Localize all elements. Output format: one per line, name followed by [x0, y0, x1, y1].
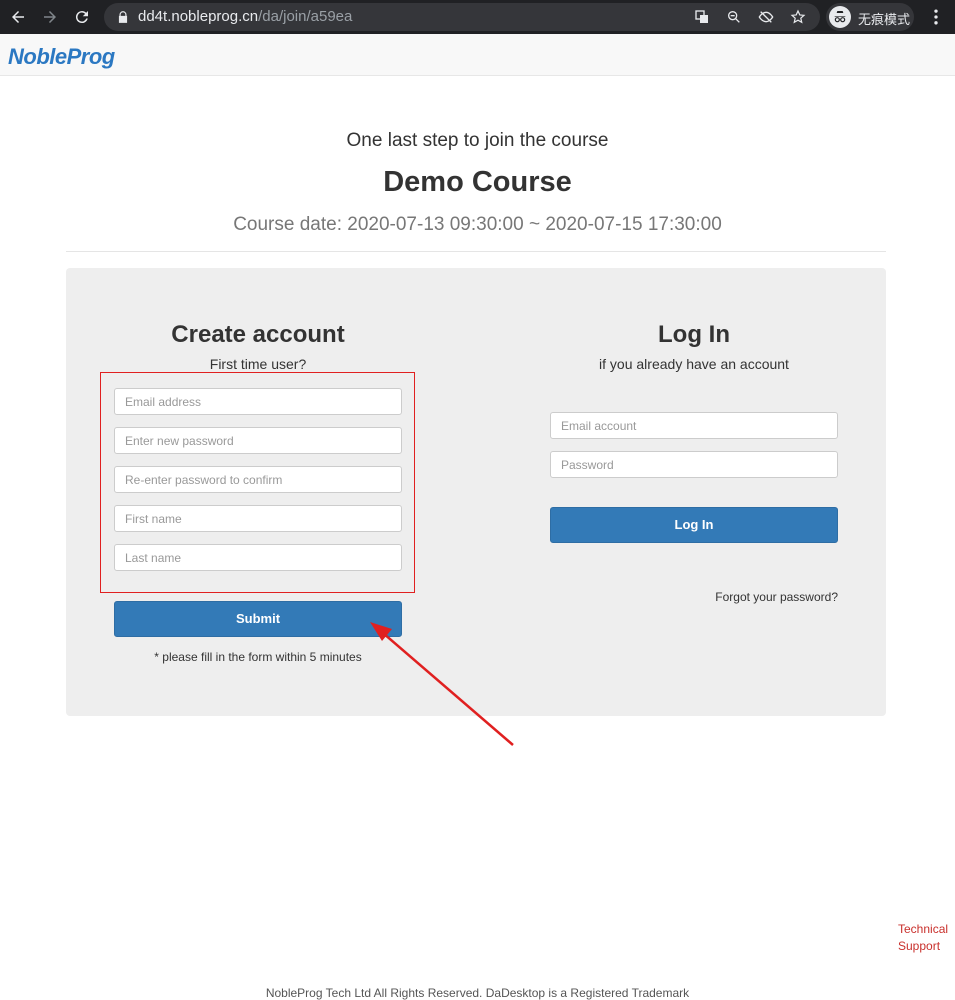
signup-password-field[interactable]	[114, 427, 402, 454]
first-name-field[interactable]	[114, 505, 402, 532]
divider	[66, 251, 886, 252]
course-date: Course date: 2020-07-13 09:30:00 ~ 2020-…	[233, 214, 722, 235]
login-subtitle: if you already have an account	[599, 356, 789, 372]
site-header: NobleProg	[0, 34, 955, 76]
back-icon[interactable]	[7, 6, 29, 28]
login-title: Log In	[658, 321, 730, 348]
incognito-icon	[829, 6, 851, 28]
url-text: dd4t.nobleprog.cn/da/join/a59ea	[138, 8, 352, 25]
url-path: /da/join/a59ea	[258, 8, 353, 25]
browser-toolbar: dd4t.nobleprog.cn/da/join/a59ea 无痕模式	[0, 0, 955, 34]
annotation-arrow-icon	[370, 622, 514, 746]
forward-icon[interactable]	[39, 6, 61, 28]
url-host: dd4t.nobleprog.cn	[138, 8, 259, 25]
incognito-badge[interactable]: 无痕模式	[826, 3, 914, 31]
eye-off-icon[interactable]	[758, 9, 774, 25]
step-text: One last step to join the course	[346, 130, 609, 151]
forgot-password-link[interactable]: Forgot your password?	[690, 590, 838, 604]
lock-icon	[118, 11, 128, 23]
login-button[interactable]: Log In	[550, 507, 838, 543]
support-line-2: Support	[898, 939, 941, 953]
technical-support-link[interactable]: Technical Support	[898, 921, 948, 955]
zoom-icon[interactable]	[726, 9, 742, 25]
support-line-1: Technical	[898, 922, 949, 936]
create-account-title: Create account	[171, 321, 345, 348]
reload-icon[interactable]	[71, 6, 93, 28]
submit-button[interactable]: Submit	[114, 601, 402, 637]
login-password-field[interactable]	[550, 451, 838, 478]
form-time-note: * please fill in the form within 5 minut…	[154, 650, 362, 664]
last-name-field[interactable]	[114, 544, 402, 571]
translate-icon[interactable]	[694, 9, 710, 25]
login-email-field[interactable]	[550, 412, 838, 439]
course-title: Demo Course	[383, 166, 572, 198]
incognito-label: 无痕模式	[858, 13, 911, 28]
bookmark-star-icon[interactable]	[790, 9, 806, 25]
footer-text: NobleProg Tech Ltd All Rights Reserved. …	[265, 986, 690, 1000]
browser-menu-icon[interactable]	[926, 7, 946, 27]
create-account-subtitle: First time user?	[209, 356, 307, 372]
signup-confirm-password-field[interactable]	[114, 466, 402, 493]
address-bar[interactable]: dd4t.nobleprog.cn/da/join/a59ea	[104, 3, 820, 31]
brand-logo[interactable]: NobleProg	[8, 44, 115, 70]
signup-email-field[interactable]	[114, 388, 402, 415]
